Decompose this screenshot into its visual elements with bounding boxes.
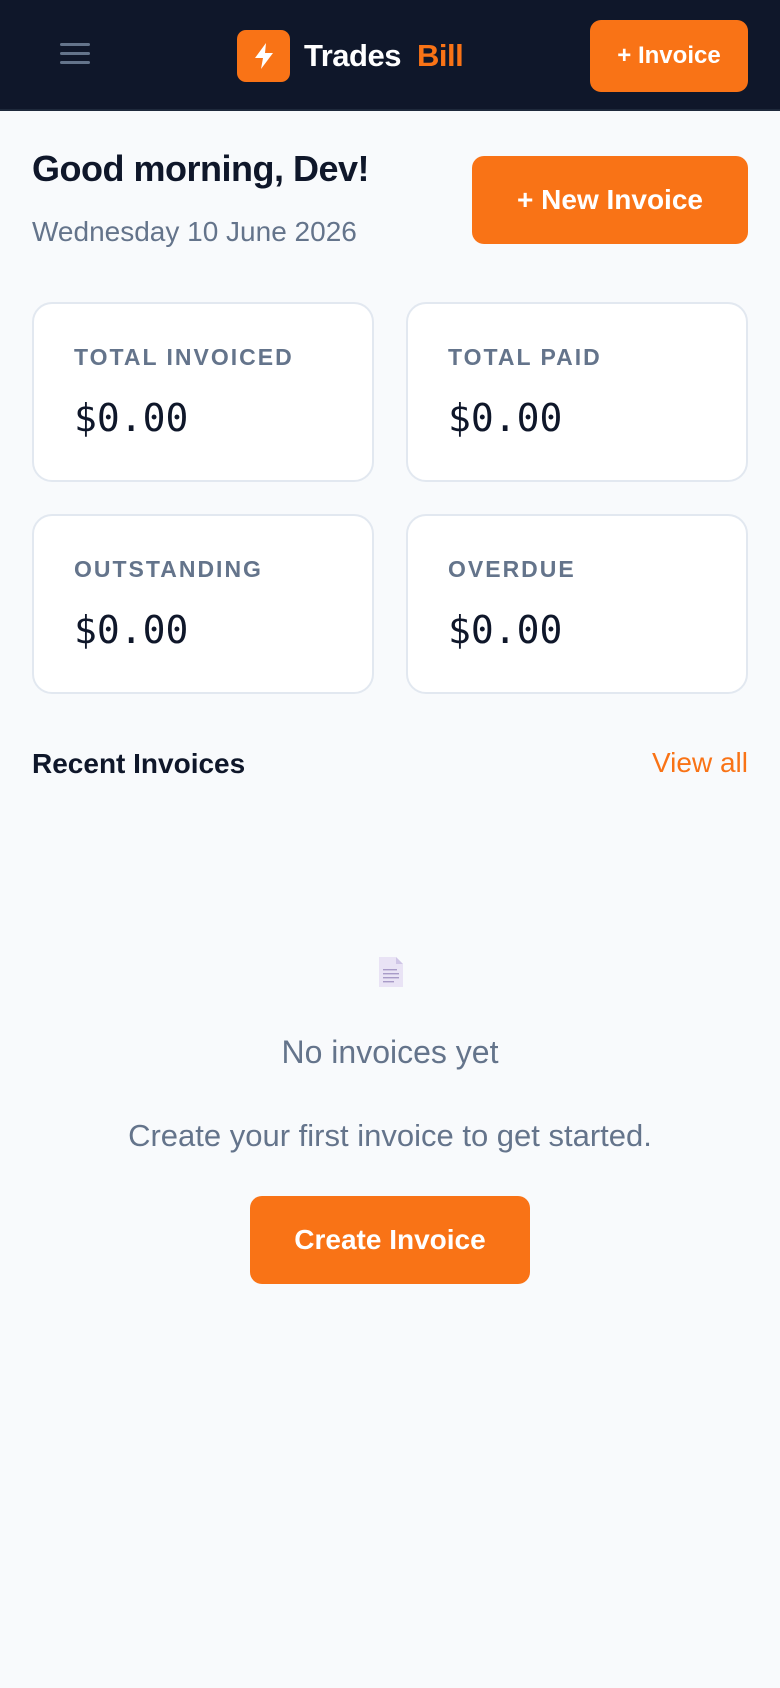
stat-value: $0.00 <box>74 608 189 652</box>
stat-label: OVERDUE <box>448 556 576 582</box>
empty-state-subtitle: Create your first invoice to get started… <box>128 1118 652 1153</box>
current-date: Wednesday 10 June 2026 <box>32 216 357 247</box>
stat-card-outstanding: OUTSTANDING $0.00 <box>32 514 374 694</box>
hamburger-icon[interactable] <box>58 40 92 68</box>
stat-card-overdue: OVERDUE $0.00 <box>406 514 748 694</box>
stat-label: TOTAL INVOICED <box>74 344 294 370</box>
stat-value: $0.00 <box>74 396 189 440</box>
empty-state-title: No invoices yet <box>281 1034 499 1070</box>
brand-name-accent: Bill <box>416 38 464 73</box>
header-new-invoice-button[interactable]: + Invoice <box>590 20 748 92</box>
greeting-title: Good morning, Dev! <box>32 148 370 189</box>
document-icon <box>379 957 403 987</box>
create-invoice-button[interactable]: Create Invoice <box>250 1196 530 1284</box>
lightning-bolt-icon <box>237 30 290 82</box>
new-invoice-button[interactable]: + New Invoice <box>472 156 748 244</box>
brand-logo[interactable]: Trades Bill <box>237 30 464 82</box>
stat-value: $0.00 <box>448 396 563 440</box>
stat-label: OUTSTANDING <box>74 556 263 582</box>
brand-name: Trades <box>304 38 401 73</box>
recent-invoices-title: Recent Invoices <box>32 748 246 779</box>
view-all-link[interactable]: View all <box>652 747 748 779</box>
stat-value: $0.00 <box>448 608 563 652</box>
stat-card-total-paid: TOTAL PAID $0.00 <box>406 302 748 482</box>
top-navbar: Trades Bill + Invoice <box>0 0 780 111</box>
stat-card-total-invoiced: TOTAL INVOICED $0.00 <box>32 302 374 482</box>
stat-label: TOTAL PAID <box>448 344 602 370</box>
